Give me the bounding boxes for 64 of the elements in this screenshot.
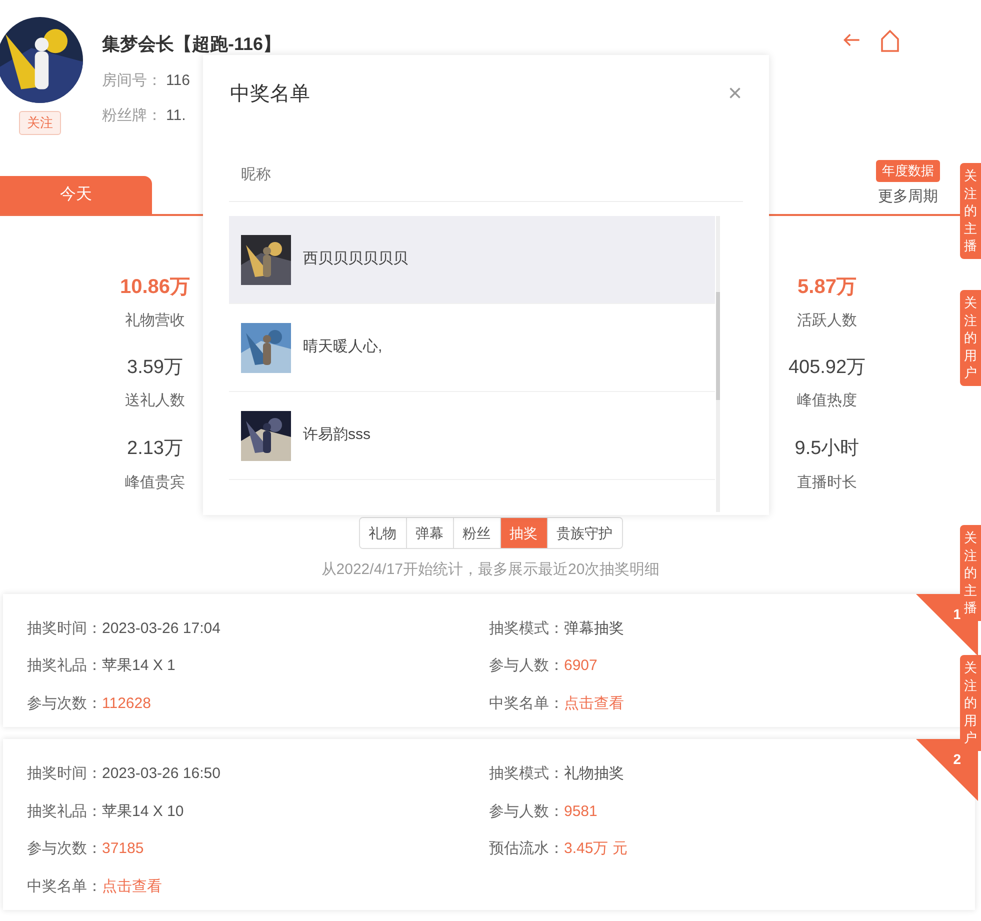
- stat-value: 2.13万: [127, 437, 183, 462]
- side-tab[interactable]: 关注的主播: [960, 163, 981, 259]
- stat-label: 送礼人数: [125, 391, 185, 412]
- field-label: 参与人数：: [489, 656, 564, 676]
- side-tab[interactable]: 关注的用户: [960, 655, 981, 751]
- stat-label: 礼物营收: [125, 311, 185, 331]
- field-value: 112628: [102, 694, 151, 714]
- fan-badge-value: 11.: [166, 106, 186, 126]
- annual-data-badge: 年度数据: [876, 160, 940, 182]
- field-label: 抽奖时间：: [27, 764, 102, 784]
- streamer-name: 集梦会长【超跑-116】: [102, 33, 282, 56]
- field-label: 抽奖礼品：: [27, 656, 102, 676]
- field-value: 2023-03-26 16:50: [102, 764, 220, 784]
- field-value: 苹果14 X 1: [102, 656, 176, 676]
- side-tab[interactable]: 关注的用户: [960, 290, 981, 386]
- field-label: 中奖名单：: [489, 694, 564, 714]
- field-value: 37185: [102, 839, 144, 859]
- segment-tab[interactable]: 贵族守护: [546, 518, 622, 548]
- fan-badge-label: 粉丝牌：: [102, 106, 162, 126]
- stat-value: 9.5小时: [794, 437, 860, 462]
- nickname-column-header: 昵称: [240, 166, 271, 183]
- stat-label: 活跃人数: [797, 311, 857, 331]
- winner-list-link[interactable]: 点击查看: [102, 876, 162, 898]
- stats-note: 从2022/4/17开始统计，最多展示最近20次抽奖明细: [321, 560, 660, 580]
- segment-tab[interactable]: 抽奖: [500, 518, 546, 548]
- room-number: 116: [166, 71, 190, 91]
- field-label: 参与次数：: [27, 839, 102, 859]
- period-tab[interactable]: 今天: [0, 176, 152, 214]
- field-label: 中奖名单：: [27, 876, 102, 896]
- stat-label: 峰值热度: [797, 391, 857, 412]
- home-icon[interactable]: [879, 29, 901, 53]
- stat-value: 5.87万: [798, 275, 856, 300]
- room-label: 房间号：: [102, 71, 162, 91]
- field-label: 抽奖模式：: [489, 764, 564, 784]
- dialog-title: 中奖名单: [230, 82, 310, 107]
- stat-label: 直播时长: [796, 472, 857, 493]
- field-label: 抽奖模式：: [489, 618, 564, 638]
- side-tab[interactable]: 关注的主播: [960, 525, 981, 621]
- field-value: 礼物抽奖: [564, 764, 624, 784]
- winner-list-link[interactable]: 点击查看: [564, 692, 624, 715]
- stat-value: 10.86万: [120, 275, 190, 300]
- follow-button[interactable]: 关注: [19, 111, 61, 134]
- field-label: 抽奖时间：: [27, 618, 102, 638]
- field-label: 参与次数：: [27, 694, 102, 714]
- field-value: 弹幕抽奖: [564, 618, 624, 638]
- stat-value: 3.59万: [127, 356, 183, 380]
- field-value: 6907: [564, 656, 598, 676]
- winner-nickname: 许易韵sss: [303, 425, 370, 446]
- field-label: 参与人数：: [489, 802, 564, 822]
- winner-row[interactable]: 西贝贝贝贝贝贝: [229, 216, 715, 304]
- field-value: 苹果14 X 10: [102, 802, 184, 822]
- winner-nickname: 西贝贝贝贝贝贝: [303, 249, 408, 270]
- field-label: 抽奖礼品：: [27, 802, 102, 822]
- field-value: 2023-03-26 17:04: [102, 618, 220, 638]
- field-value: 3.45万 元: [564, 839, 628, 859]
- more-periods-link[interactable]: 更多周期: [878, 186, 938, 208]
- stat-value: 405.92万: [788, 356, 866, 380]
- rank-number: 2: [953, 750, 961, 769]
- stat-label: 峰值贵宾: [125, 472, 185, 493]
- field-label: 预估流水：: [489, 839, 564, 859]
- rank-number: 1: [953, 604, 961, 624]
- winner-nickname: 晴天暖人心,: [303, 337, 382, 358]
- close-button[interactable]: ×: [728, 82, 742, 106]
- field-value: 9581: [564, 802, 598, 822]
